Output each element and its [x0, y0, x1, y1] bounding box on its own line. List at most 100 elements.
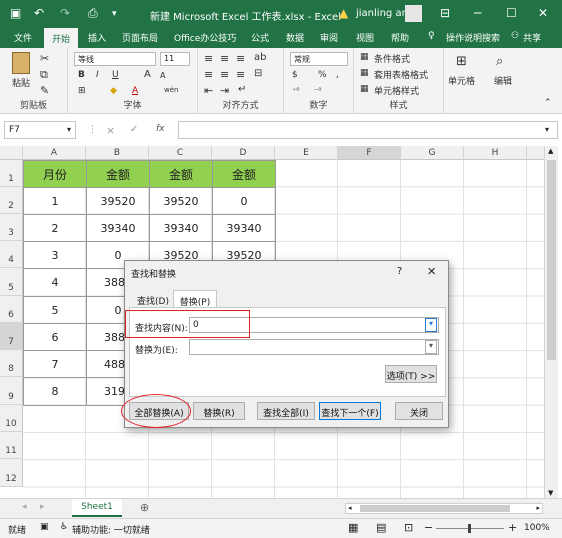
- column-header[interactable]: B: [86, 146, 149, 160]
- tab-find[interactable]: 查找(D): [137, 294, 169, 307]
- table-header-cell[interactable]: 月份: [23, 160, 87, 188]
- borders-icon[interactable]: ⊞: [78, 86, 86, 96]
- row-header[interactable]: 6: [0, 296, 23, 323]
- row-header[interactable]: 10: [0, 405, 23, 432]
- column-header[interactable]: H: [464, 146, 527, 160]
- close-button[interactable]: 关闭: [395, 402, 443, 420]
- name-box[interactable]: F7 ▾: [4, 121, 76, 139]
- zoom-thumb[interactable]: [468, 524, 471, 533]
- row-header[interactable]: 8: [0, 350, 23, 377]
- close-window-icon[interactable]: ✕: [538, 6, 548, 20]
- add-sheet-icon[interactable]: ⊕: [140, 501, 149, 514]
- column-header[interactable]: C: [149, 146, 212, 160]
- find-dropdown-icon[interactable]: ▾: [425, 318, 437, 332]
- zoom-in-icon[interactable]: +: [508, 521, 517, 534]
- table-cell[interactable]: 39340: [149, 214, 213, 242]
- row-header[interactable]: 3: [0, 214, 23, 241]
- column-header[interactable]: D: [212, 146, 275, 160]
- column-header[interactable]: E: [275, 146, 338, 160]
- search-icon[interactable]: ⌕: [496, 54, 503, 69]
- print-preview-icon[interactable]: ⎙: [88, 6, 98, 21]
- currency-icon[interactable]: $: [292, 70, 298, 80]
- find-next-button[interactable]: 查找下一个(F): [319, 402, 381, 420]
- cells-icon[interactable]: ⊞: [456, 54, 467, 69]
- fill-color-icon[interactable]: ◆: [110, 86, 117, 96]
- help-button[interactable]: ?: [397, 266, 402, 277]
- zoom-out-icon[interactable]: −: [424, 521, 433, 534]
- replace-dropdown-icon[interactable]: ▾: [425, 340, 437, 354]
- table-cell[interactable]: 6: [23, 323, 87, 351]
- next-sheet-icon[interactable]: ▸: [40, 502, 45, 512]
- tab-view[interactable]: 视图: [356, 31, 374, 44]
- save-icon[interactable]: ▣: [10, 6, 21, 20]
- shrink-font-button[interactable]: A: [160, 71, 165, 80]
- column-header[interactable]: F: [338, 146, 401, 160]
- align-left-icon[interactable]: ≡: [204, 68, 213, 81]
- insert-function-icon[interactable]: fx: [156, 124, 165, 134]
- row-header[interactable]: 4: [0, 241, 23, 268]
- font-name-select[interactable]: 等线: [74, 52, 156, 66]
- merge-center-icon[interactable]: ⊟: [254, 68, 262, 79]
- options-button[interactable]: 选项(T) >>: [385, 365, 437, 383]
- horizontal-scrollbar[interactable]: ◂ ▸: [345, 503, 543, 514]
- align-top-icon[interactable]: ≡: [204, 52, 213, 65]
- accessibility-status[interactable]: 辅助功能: 一切就绪: [72, 523, 150, 536]
- avatar[interactable]: [405, 5, 422, 22]
- table-cell[interactable]: 5: [23, 296, 87, 324]
- number-format-select[interactable]: 常规: [290, 52, 348, 66]
- cancel-icon[interactable]: ×: [106, 124, 115, 137]
- scroll-up-icon[interactable]: ▲: [548, 147, 553, 155]
- tab-page-layout[interactable]: 页面布局: [122, 31, 158, 44]
- row-header[interactable]: 9: [0, 377, 23, 405]
- table-cell[interactable]: 39520: [86, 187, 150, 215]
- scroll-thumb[interactable]: [547, 160, 556, 360]
- table-cell[interactable]: 39340: [86, 214, 150, 242]
- row-header[interactable]: 1: [0, 160, 23, 187]
- row-header[interactable]: 12: [0, 459, 23, 487]
- cells-button[interactable]: 单元格: [448, 74, 475, 87]
- wrap-text-icon[interactable]: ↵: [238, 84, 246, 95]
- row-header[interactable]: 7: [0, 323, 23, 350]
- phonetic-button[interactable]: wén: [164, 86, 178, 94]
- maximize-icon[interactable]: ☐: [506, 6, 517, 20]
- zoom-level[interactable]: 100%: [524, 523, 550, 533]
- increase-indent-icon[interactable]: ⇥: [220, 84, 229, 97]
- row-header[interactable]: 2: [0, 187, 23, 214]
- copy-icon[interactable]: ⧉: [40, 68, 48, 82]
- align-middle-icon[interactable]: ≡: [220, 52, 229, 65]
- table-header-cell[interactable]: 金额: [86, 160, 150, 188]
- table-header-cell[interactable]: 金额: [212, 160, 276, 188]
- table-cell[interactable]: 2: [23, 214, 87, 242]
- tab-help[interactable]: 帮助: [391, 31, 409, 44]
- table-cell[interactable]: 7: [23, 350, 87, 378]
- tab-home[interactable]: 开始: [44, 28, 79, 48]
- tab-insert[interactable]: 插入: [88, 31, 106, 44]
- tell-me-search[interactable]: 操作说明搜索: [446, 31, 500, 44]
- page-layout-view-icon[interactable]: ▤: [376, 521, 386, 534]
- dialog-close-icon[interactable]: ✕: [427, 265, 436, 278]
- scroll-left-icon[interactable]: ◂: [348, 504, 352, 512]
- grow-font-button[interactable]: A: [144, 69, 151, 80]
- tab-office-tips[interactable]: Office办公技巧: [174, 31, 236, 44]
- table-header-cell[interactable]: 金额: [149, 160, 213, 188]
- tab-data[interactable]: 数据: [286, 31, 304, 44]
- paste-button[interactable]: 粘贴: [12, 76, 30, 89]
- user-name[interactable]: jianling an: [356, 8, 408, 19]
- select-all-corner[interactable]: [0, 146, 23, 160]
- replace-input[interactable]: [189, 339, 439, 355]
- decrease-indent-icon[interactable]: ⇤: [204, 84, 213, 97]
- tab-replace[interactable]: 替换(P): [173, 290, 217, 308]
- table-cell[interactable]: 39520: [149, 187, 213, 215]
- italic-button[interactable]: I: [96, 70, 99, 80]
- expand-formula-icon[interactable]: ▾: [545, 125, 549, 134]
- macro-record-icon[interactable]: ▣: [40, 522, 49, 532]
- align-right-icon[interactable]: ≡: [236, 68, 245, 81]
- format-as-table-button[interactable]: 套用表格格式: [374, 68, 428, 81]
- table-cell[interactable]: 0: [212, 187, 276, 215]
- formula-input[interactable]: [178, 121, 558, 139]
- undo-icon[interactable]: ↶: [34, 6, 44, 20]
- paste-icon[interactable]: [12, 52, 30, 74]
- row-header[interactable]: 5: [0, 268, 23, 296]
- scroll-down-icon[interactable]: ▼: [548, 489, 553, 497]
- tab-formulas[interactable]: 公式: [251, 31, 269, 44]
